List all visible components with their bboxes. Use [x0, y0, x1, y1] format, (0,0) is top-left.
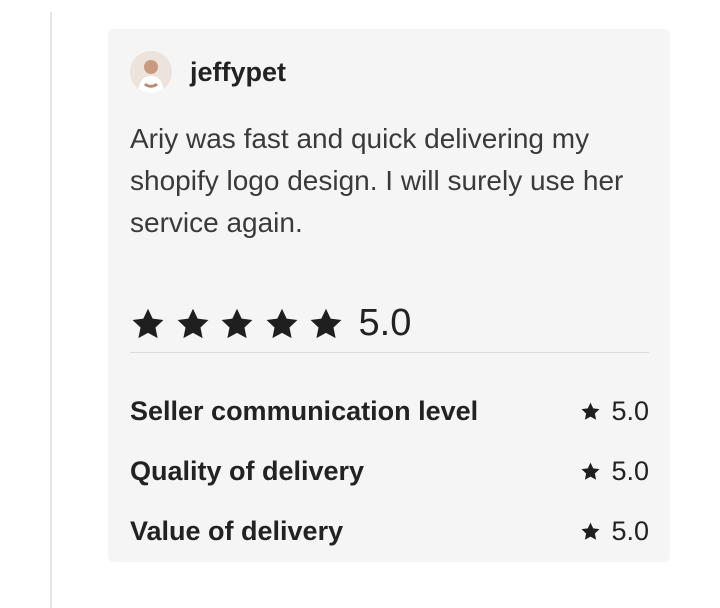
star-icon [221, 308, 253, 338]
divider [130, 352, 649, 353]
criterion-score: 5.0 [580, 456, 649, 487]
star-icon [177, 308, 208, 338]
criterion-row: Quality of delivery 5.0 [130, 441, 649, 501]
criterion-value: 5.0 [611, 395, 649, 426]
star-icon [581, 402, 600, 420]
criterion-label: Seller communication level [130, 395, 479, 426]
criterion-row: Value of delivery 5.0 [130, 501, 649, 561]
star-icon [266, 308, 297, 338]
thread-line [50, 12, 52, 608]
review-page: jeffypet Ariy was fast and quick deliver… [0, 0, 720, 608]
criterion-label: Value of delivery [130, 515, 344, 546]
overall-rating-value: 5.0 [358, 302, 412, 344]
star-icon [132, 308, 164, 338]
criterion-value: 5.0 [611, 455, 649, 486]
criterion-score: 5.0 [580, 516, 649, 547]
criterion-row: Seller communication level 5.0 [130, 381, 649, 441]
criterion-value: 5.0 [611, 515, 649, 546]
reviewer-header: jeffypet [130, 51, 286, 93]
review-text: Ariy was fast and quick delivering my sh… [130, 123, 624, 238]
criterion-score: 5.0 [580, 396, 649, 427]
avatar[interactable] [130, 51, 172, 93]
rating-breakdown: Seller communication level 5.0 Quality o… [130, 381, 649, 561]
star-icon [581, 462, 600, 480]
review-card: jeffypet Ariy was fast and quick deliver… [108, 29, 670, 562]
reviewer-username[interactable]: jeffypet [190, 57, 286, 88]
overall-rating: 5.0 [130, 302, 411, 345]
criterion-label: Quality of delivery [130, 455, 365, 486]
star-icon [581, 522, 600, 540]
star-icon [310, 308, 342, 338]
